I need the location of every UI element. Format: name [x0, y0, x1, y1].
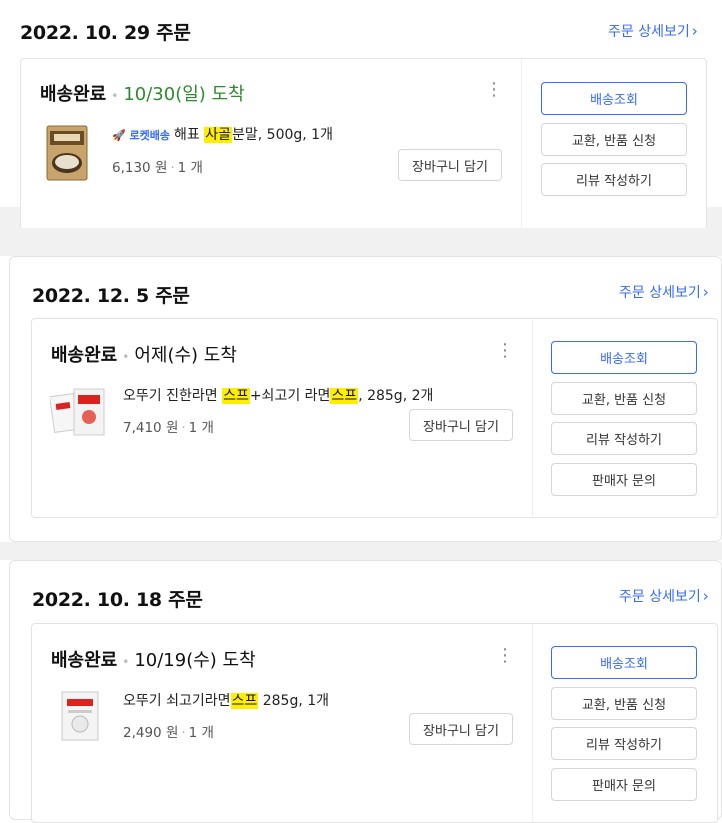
order-detail-link[interactable]: 주문 상세보기 › — [619, 586, 709, 606]
product-thumbnail[interactable] — [58, 690, 102, 742]
order-date: 2022. 10. 18 주문 — [32, 589, 203, 611]
more-vertical-icon[interactable]: ⋮ — [485, 81, 503, 99]
order-date: 2022. 10. 29 주문 — [20, 22, 191, 44]
chevron-right-icon: › — [691, 22, 698, 40]
divider — [532, 624, 533, 822]
rocket-delivery-badge: 🚀 로켓배송 — [112, 129, 171, 142]
product-thumbnail[interactable] — [46, 125, 88, 181]
order-card: 2022. 10. 18 주문 주문 상세보기 › 배송완료 • 10/19(수… — [9, 560, 722, 823]
order-item-box: 배송완료 • 10/30(일) 도착 ⋮ 🚀 로켓배송 해표 사골분말, 500g… — [20, 58, 707, 228]
chevron-right-icon: › — [702, 587, 709, 605]
product-price: 7,410 원 · 1 개 — [123, 420, 214, 436]
order-detail-label: 주문 상세보기 — [619, 285, 701, 301]
add-to-cart-button[interactable]: 장바구니 담기 — [409, 409, 513, 441]
arrival-date: 10/19(수) 도착 — [134, 650, 256, 671]
write-review-button[interactable]: 리뷰 작성하기 — [551, 727, 697, 760]
order-card: 2022. 10. 29 주문 주문 상세보기 › 배송완료 • 10/30(일… — [0, 0, 722, 228]
track-delivery-button[interactable]: 배송조회 — [551, 646, 697, 679]
arrival-date: 어제(수) 도착 — [134, 345, 237, 366]
order-detail-label: 주문 상세보기 — [608, 24, 690, 40]
contact-seller-button[interactable]: 판매자 문의 — [551, 463, 697, 496]
more-vertical-icon[interactable]: ⋮ — [496, 647, 514, 665]
product-name[interactable]: 오뚜기 진한라면 스프+쇠고기 라면스프, 285g, 2개 — [123, 385, 433, 405]
contact-seller-button[interactable]: 판매자 문의 — [551, 768, 697, 801]
track-delivery-button[interactable]: 배송조회 — [551, 341, 697, 374]
chevron-right-icon: › — [702, 283, 709, 301]
exchange-return-button[interactable]: 교환, 반품 신청 — [551, 382, 697, 415]
arrival-date: 10/30(일) 도착 — [123, 84, 245, 105]
order-detail-link[interactable]: 주문 상세보기 › — [619, 282, 709, 302]
more-vertical-icon[interactable]: ⋮ — [496, 342, 514, 360]
product-name[interactable]: 오뚜기 쇠고기라면스프 285g, 1개 — [123, 690, 329, 710]
add-to-cart-button[interactable]: 장바구니 담기 — [409, 713, 513, 745]
track-delivery-button[interactable]: 배송조회 — [541, 82, 687, 115]
divider — [521, 59, 522, 228]
status-label: 배송완료 — [40, 84, 107, 105]
product-price: 2,490 원 · 1 개 — [123, 725, 214, 741]
order-item-box: 배송완료 • 어제(수) 도착 ⋮ 오뚜기 진한라면 스프+쇠고기 라면스프, … — [31, 318, 718, 518]
order-card: 2022. 12. 5 주문 주문 상세보기 › 배송완료 • 어제(수) 도착… — [9, 256, 722, 542]
delivery-status: 배송완료 • 10/30(일) 도착 — [40, 80, 245, 106]
divider — [532, 319, 533, 517]
write-review-button[interactable]: 리뷰 작성하기 — [551, 422, 697, 455]
order-detail-label: 주문 상세보기 — [619, 589, 701, 605]
product-thumbnail[interactable] — [49, 385, 108, 441]
status-label: 배송완료 — [51, 650, 118, 671]
exchange-return-button[interactable]: 교환, 반품 신청 — [541, 123, 687, 156]
product-price: 6,130 원 · 1 개 — [112, 160, 203, 176]
delivery-status: 배송완료 • 10/19(수) 도착 — [51, 646, 256, 672]
add-to-cart-button[interactable]: 장바구니 담기 — [398, 149, 502, 181]
write-review-button[interactable]: 리뷰 작성하기 — [541, 163, 687, 196]
product-name[interactable]: 🚀 로켓배송 해표 사골분말, 500g, 1개 — [112, 124, 333, 144]
delivery-status: 배송완료 • 어제(수) 도착 — [51, 341, 237, 367]
exchange-return-button[interactable]: 교환, 반품 신청 — [551, 687, 697, 720]
order-item-box: 배송완료 • 10/19(수) 도착 ⋮ 오뚜기 쇠고기라면스프 285g, 1… — [31, 623, 718, 823]
order-date: 2022. 12. 5 주문 — [32, 285, 190, 307]
order-detail-link[interactable]: 주문 상세보기 › — [608, 21, 698, 41]
status-label: 배송완료 — [51, 345, 118, 366]
section-gap — [0, 542, 722, 560]
